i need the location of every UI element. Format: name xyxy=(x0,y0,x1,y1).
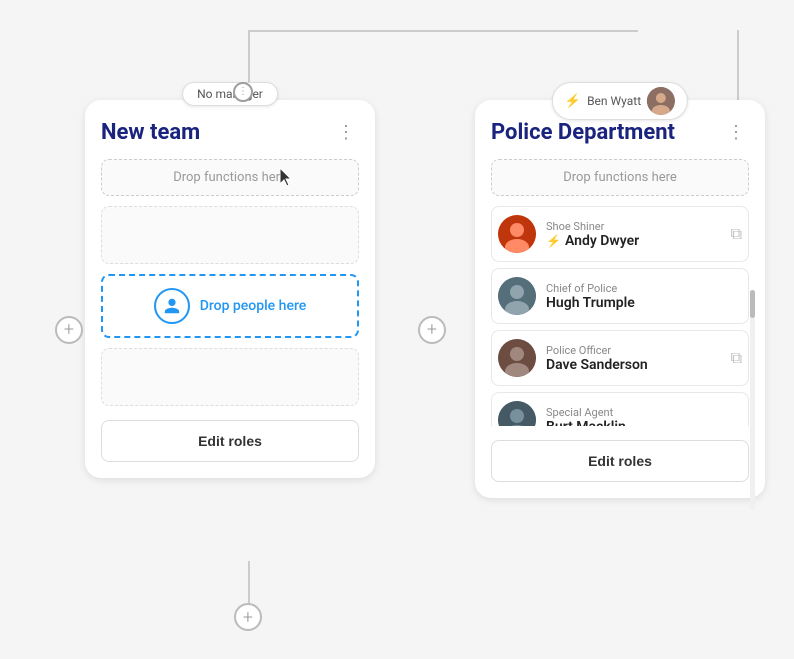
copy-icon[interactable]: ⧉ xyxy=(731,224,742,244)
manager-avatar xyxy=(647,87,675,115)
police-dept-menu-icon[interactable]: ⋮ xyxy=(723,120,749,145)
person-name: Hugh Trumple xyxy=(546,295,742,311)
drop-people-zone[interactable]: Drop people here xyxy=(101,274,359,338)
canvas: ⋮ + + No manager New team ⋮ xyxy=(0,0,794,659)
add-bottom-button[interactable]: + xyxy=(234,603,262,631)
person-role: Chief of Police xyxy=(546,282,742,295)
people-list: Shoe Shiner ⚡ Andy Dwyer ⧉ xyxy=(491,206,749,426)
list-item: Special Agent Burt Macklin xyxy=(491,392,749,426)
person-info: Chief of Police Hugh Trumple xyxy=(546,282,742,311)
new-team-header: New team ⋮ xyxy=(101,120,359,145)
connector-h xyxy=(248,30,638,32)
person-role: Shoe Shiner xyxy=(546,220,721,233)
new-team-title: New team xyxy=(101,120,200,145)
police-dept-card: ⚡ Ben Wyatt Police Department ⋮ Drop fun… xyxy=(475,100,765,498)
new-team-menu-icon[interactable]: ⋮ xyxy=(333,120,359,145)
person-role: Police Officer xyxy=(546,344,721,357)
list-item: Shoe Shiner ⚡ Andy Dwyer ⧉ xyxy=(491,206,749,262)
add-left-button[interactable]: + xyxy=(55,316,83,344)
edit-roles-button-left[interactable]: Edit roles xyxy=(101,420,359,462)
person-info: Shoe Shiner ⚡ Andy Dwyer xyxy=(546,220,721,249)
bottom-connector xyxy=(248,561,250,603)
scrollbar-thumb[interactable] xyxy=(750,290,755,318)
person-name: Burt Macklin xyxy=(546,419,742,427)
lightning-icon: ⚡ xyxy=(546,234,561,248)
lightning-icon: ⚡ xyxy=(565,94,581,109)
edit-roles-button-right[interactable]: Edit roles xyxy=(491,440,749,482)
police-dept-header: Police Department ⋮ xyxy=(491,120,749,145)
avatar xyxy=(498,215,536,253)
scrollbar-track xyxy=(750,290,755,510)
no-manager-badge[interactable]: No manager xyxy=(182,82,278,106)
manager-badge[interactable]: ⚡ Ben Wyatt xyxy=(552,82,688,120)
cards-container: No manager New team ⋮ Drop functions her… xyxy=(85,100,765,498)
connector-dot: ⋮ xyxy=(233,82,253,102)
drop-functions-zone-right[interactable]: Drop functions here xyxy=(491,159,749,196)
empty-zone-top xyxy=(101,206,359,264)
person-name: Dave Sanderson xyxy=(546,357,721,373)
person-icon xyxy=(154,288,190,324)
person-name: ⚡ Andy Dwyer xyxy=(546,233,721,249)
avatar xyxy=(498,277,536,315)
add-right-button[interactable]: + xyxy=(418,316,446,344)
list-item: Chief of Police Hugh Trumple xyxy=(491,268,749,324)
avatar xyxy=(498,339,536,377)
person-role: Special Agent xyxy=(546,406,742,419)
list-item: Police Officer Dave Sanderson ⧉ xyxy=(491,330,749,386)
drop-functions-zone-left[interactable]: Drop functions here xyxy=(101,159,359,196)
copy-icon[interactable]: ⧉ xyxy=(731,348,742,368)
person-info: Special Agent Burt Macklin xyxy=(546,406,742,427)
avatar xyxy=(498,401,536,426)
police-dept-title: Police Department xyxy=(491,120,675,145)
new-team-card: No manager New team ⋮ Drop functions her… xyxy=(85,100,375,478)
empty-zone-bottom xyxy=(101,348,359,406)
person-info: Police Officer Dave Sanderson xyxy=(546,344,721,373)
